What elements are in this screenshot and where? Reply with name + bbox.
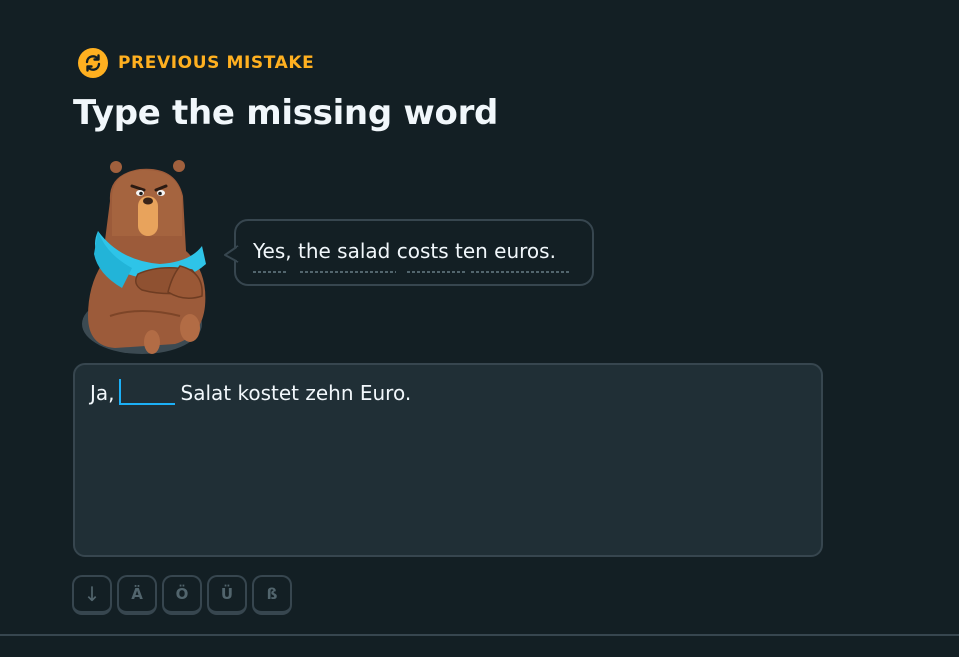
refresh-icon <box>78 48 108 78</box>
missing-word-input[interactable] <box>118 379 175 405</box>
footer-divider <box>0 634 959 636</box>
speech-bubble-text[interactable]: Yes, the salad costs ten euros. <box>253 239 556 263</box>
key-eszett[interactable]: ß <box>252 575 292 615</box>
collapse-keys-button[interactable]: ↓ <box>72 575 112 615</box>
sentence-suffix: Salat kostet zehn Euro. <box>180 381 412 405</box>
previous-mistake-badge: PREVIOUS MISTAKE <box>78 48 314 78</box>
hint-underline <box>253 271 571 273</box>
badge-label: PREVIOUS MISTAKE <box>118 53 315 73</box>
special-characters-row: ↓ Ä Ö Ü ß <box>72 575 292 615</box>
sentence-prefix: Ja, <box>90 381 115 405</box>
bear-character <box>80 156 215 361</box>
key-a-umlaut[interactable]: Ä <box>117 575 157 615</box>
answer-box: Ja, Salat kostet zehn Euro. <box>73 363 823 557</box>
speech-bubble-tail <box>224 245 242 263</box>
fill-in-sentence: Ja, Salat kostet zehn Euro. <box>90 379 411 405</box>
key-u-umlaut[interactable]: Ü <box>207 575 247 615</box>
page-title: Type the missing word <box>73 93 499 133</box>
key-o-umlaut[interactable]: Ö <box>162 575 202 615</box>
exercise-page: PREVIOUS MISTAKE Type the missing word Y… <box>0 0 959 657</box>
speech-bubble: Yes, the salad costs ten euros. <box>224 219 594 286</box>
